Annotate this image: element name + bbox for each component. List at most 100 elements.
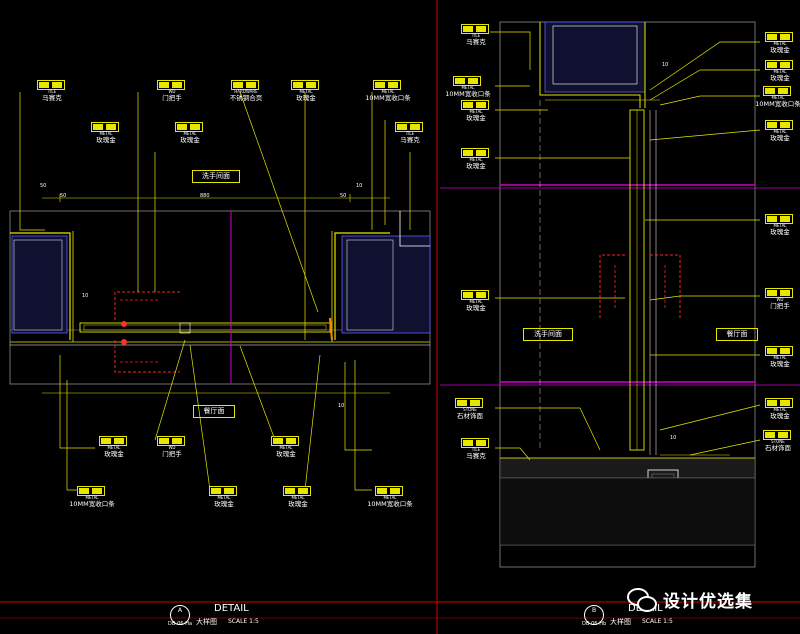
material-tag: METAL 玫瑰金 [458, 148, 494, 170]
dim-label: 50 [340, 193, 347, 199]
material-tag-fill [780, 34, 790, 40]
material-tag-fill [79, 488, 89, 494]
material-tag: METAL 玫瑰金 [458, 100, 494, 122]
title-block-left: A DB-06-Ha DETAIL 大样图 SCALE 1:5 [168, 603, 288, 631]
material-tag-fill [470, 400, 480, 406]
material-tag-desc: 石材饰面 [457, 412, 483, 420]
material-tag-fill [476, 102, 486, 108]
material-tag-fill [52, 82, 62, 88]
material-tag: METAL 玫瑰金 [88, 122, 124, 144]
material-tag-fill [455, 78, 465, 84]
material-tag-fill [377, 488, 387, 494]
material-tag-fill [767, 62, 777, 68]
material-tag-desc: 玫瑰金 [96, 136, 116, 144]
material-tag-fill [778, 88, 788, 94]
material-tag-desc: 不锈钢合页 [229, 94, 263, 102]
material-tag-fill [211, 488, 221, 494]
material-tag-fill [780, 400, 790, 406]
material-tag: WD 门把手 [154, 436, 190, 458]
material-tag: METAL 玫瑰金 [172, 122, 208, 144]
material-tag-desc: 马赛克 [42, 94, 62, 102]
material-tag-fill [780, 290, 790, 296]
material-tag-fill [476, 150, 486, 156]
material-tag-fill [780, 348, 790, 354]
material-tag: METAL 10MM宽收口条 [755, 86, 800, 108]
material-tag: METAL 玫瑰金 [762, 214, 798, 236]
material-tag-fill [463, 440, 473, 446]
material-tag-fill [298, 488, 308, 494]
material-tag-fill [767, 290, 777, 296]
material-tag-fill [780, 62, 790, 68]
material-tag: METAL 玫瑰金 [288, 80, 324, 102]
material-tag-desc: 门把手 [162, 450, 182, 458]
detail-scale: SCALE 1:5 [642, 618, 673, 625]
material-tag-desc: 玫瑰金 [296, 94, 316, 102]
material-tag-desc: 玫瑰金 [770, 46, 790, 54]
material-tag: METAL 10MM宽收口条 [69, 486, 115, 508]
material-tag: METAL 玫瑰金 [762, 120, 798, 142]
material-tag-fill [767, 348, 777, 354]
material-tag: METAL 玫瑰金 [96, 436, 132, 458]
material-tag-fill [780, 122, 790, 128]
material-tag-desc: 10MM宽收口条 [445, 90, 491, 98]
material-tag: METAL 玫瑰金 [762, 32, 798, 54]
material-tag: METAL 10MM宽收口条 [365, 80, 411, 102]
dim-label: 50 [60, 193, 67, 199]
material-tag-fill [767, 34, 777, 40]
material-tag-fill [767, 216, 777, 222]
material-tag-fill [172, 82, 182, 88]
material-tag-fill [159, 82, 169, 88]
material-tag-desc: 10MM宽收口条 [755, 100, 800, 108]
material-tag: TILE 马赛克 [458, 24, 494, 46]
material-tag-fill [177, 124, 187, 130]
material-tag-desc: 玫瑰金 [104, 450, 124, 458]
material-tag-desc: 玫瑰金 [770, 412, 790, 420]
overlay-layer: 洗手间面 餐厅面 洗手间面 餐厅面 50 50 880 50 10 10 10 … [0, 0, 800, 634]
material-tag-desc: 玫瑰金 [466, 304, 486, 312]
material-tag-fill [306, 82, 316, 88]
material-tag: METAL 玫瑰金 [762, 346, 798, 368]
detail-number: B [591, 607, 597, 614]
material-tag-fill [224, 488, 234, 494]
material-tag-fill [476, 292, 486, 298]
material-tag-desc: 马赛克 [466, 38, 486, 46]
material-tag: STONE 石材饰面 [760, 430, 796, 452]
material-tag-fill [457, 400, 467, 406]
material-tag-desc: 玫瑰金 [770, 360, 790, 368]
material-tag-fill [246, 82, 256, 88]
watermark: 设计优选集 [627, 584, 753, 614]
material-tag-fill [463, 102, 473, 108]
sheet-id: DB-06-Ha [168, 621, 193, 627]
material-tag-fill [780, 216, 790, 222]
material-tag: METAL 玫瑰金 [762, 60, 798, 82]
material-tag-fill [463, 292, 473, 298]
material-tag-fill [101, 438, 111, 444]
material-tag-fill [375, 82, 385, 88]
material-tag-desc: 玫瑰金 [770, 228, 790, 236]
material-tag: METAL 玫瑰金 [458, 290, 494, 312]
dim-label: 880 [200, 193, 210, 199]
material-tag-desc: 门把手 [770, 302, 790, 310]
material-tag-fill [190, 124, 200, 130]
material-tag-fill [476, 440, 486, 446]
material-tag-fill [233, 82, 243, 88]
material-tag-desc: 玫瑰金 [214, 500, 234, 508]
sheet-id: DB-06-Hb [582, 621, 607, 627]
material-tag-desc: 玫瑰金 [466, 162, 486, 170]
detail-heading: DETAIL [214, 603, 249, 614]
material-tag-fill [172, 438, 182, 444]
room-label-left-bottom: 餐厅面 [193, 405, 235, 418]
material-tag: METAL 玫瑰金 [268, 436, 304, 458]
material-tag-fill [159, 438, 169, 444]
material-tag-fill [293, 82, 303, 88]
material-tag-fill [778, 432, 788, 438]
material-tag-desc: 玫瑰金 [466, 114, 486, 122]
watermark-text: 设计优选集 [663, 591, 753, 612]
material-tag-desc: 10MM宽收口条 [69, 500, 115, 508]
detail-number: A [177, 607, 183, 614]
material-tag-fill [114, 438, 124, 444]
material-tag: WD 门把手 [154, 80, 190, 102]
material-tag-fill [92, 488, 102, 494]
material-tag: TILE 马赛克 [34, 80, 70, 102]
material-tag: METAL 玫瑰金 [762, 398, 798, 420]
